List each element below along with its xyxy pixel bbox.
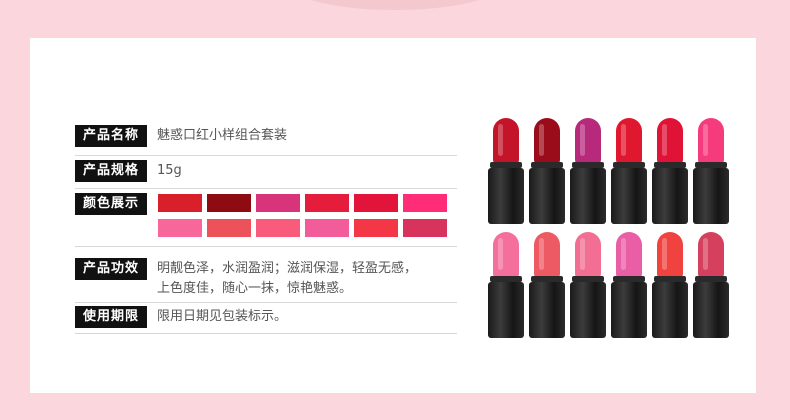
- color-swatch: [403, 219, 447, 237]
- product-effect-label: 产品功效: [75, 258, 147, 280]
- lipstick: [570, 118, 606, 228]
- color-swatch: [256, 194, 300, 212]
- color-swatch: [305, 194, 349, 212]
- product-spec-value: 15g: [157, 163, 182, 178]
- color-swatch: [207, 194, 251, 212]
- color-swatch: [305, 219, 349, 237]
- lipstick: [570, 232, 606, 342]
- lipstick: [488, 232, 524, 342]
- color-display-label: 颜色展示: [75, 193, 147, 215]
- lipstick: [611, 232, 647, 342]
- lipstick: [652, 118, 688, 228]
- lipstick: [693, 118, 729, 228]
- lipstick: [611, 118, 647, 228]
- lipstick: [693, 232, 729, 342]
- expiry-label: 使用期限: [75, 306, 147, 328]
- divider: [75, 246, 457, 247]
- product-name-label: 产品名称: [75, 125, 147, 147]
- divider: [75, 333, 457, 334]
- product-info-panel: 产品名称 魅惑口红小样组合套装 产品规格 15g 颜色展示 产品功效 明靓色泽，…: [30, 38, 756, 393]
- color-swatch: [256, 219, 300, 237]
- top-decorative-ellipse: [290, 0, 500, 10]
- expiry-value: 限用日期见包装标示。: [157, 309, 288, 324]
- lipstick: [529, 118, 565, 228]
- color-swatch: [403, 194, 447, 212]
- product-effect-line-2: 上色度佳，随心一抹，惊艳魅惑。: [157, 281, 353, 296]
- color-swatch: [207, 219, 251, 237]
- lipstick: [652, 232, 688, 342]
- lipstick: [529, 232, 565, 342]
- color-swatch: [354, 194, 398, 212]
- color-swatch: [158, 219, 202, 237]
- divider: [75, 155, 457, 156]
- color-swatch-grid: [158, 194, 458, 244]
- product-name-value: 魅惑口红小样组合套装: [157, 128, 288, 143]
- lipstick: [488, 118, 524, 228]
- color-swatch: [354, 219, 398, 237]
- divider: [75, 188, 457, 189]
- product-spec-label: 产品规格: [75, 160, 147, 182]
- divider: [75, 302, 457, 303]
- color-swatch: [158, 194, 202, 212]
- product-effect-line-1: 明靓色泽，水润盈润；滋润保湿，轻盈无感，: [157, 261, 418, 276]
